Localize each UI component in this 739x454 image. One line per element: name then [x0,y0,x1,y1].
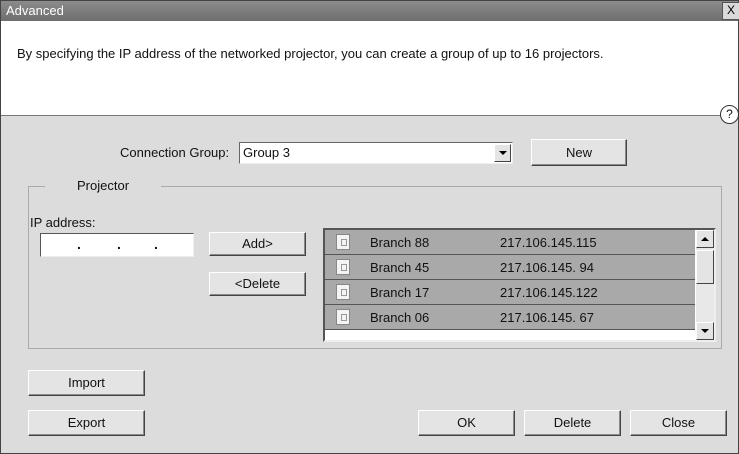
ip-dot: . [77,236,81,252]
delete-button[interactable]: Delete [524,410,621,436]
projector-icon [336,259,350,275]
list-item[interactable]: Branch 06 217.106.145. 67 [325,305,695,330]
projector-list[interactable]: Branch 88 217.106.145.115 Branch 45 217.… [323,228,716,342]
delete-from-group-button[interactable]: <Delete [209,272,306,296]
close-button[interactable]: Close [630,410,727,436]
list-item-name: Branch 17 [370,285,430,300]
title-bar[interactable]: Advanced X [1,1,739,21]
list-item-ip: 217.106.145. 67 [500,310,594,325]
list-item-name: Branch 88 [370,235,430,250]
export-button[interactable]: Export [28,410,145,436]
chevron-down-icon[interactable] [494,144,511,162]
list-item-name: Branch 45 [370,260,430,275]
new-button[interactable]: New [531,139,627,166]
window-title: Advanced [6,3,64,18]
list-item-ip: 217.106.145.122 [500,285,598,300]
list-item-ip: 217.106.145.115 [500,235,597,250]
projector-icon [336,284,350,300]
help-icon[interactable]: ? [720,105,739,124]
ip-dot: . [154,236,158,252]
add-button[interactable]: Add> [209,232,306,256]
connection-group-label: Connection Group: [120,145,230,160]
scroll-up-icon[interactable] [696,230,714,248]
list-item[interactable]: Branch 17 217.106.145.122 [325,280,695,305]
list-item[interactable]: Branch 45 217.106.145. 94 [325,255,695,280]
projector-icon [336,234,350,250]
projector-group-title: Projector [45,178,162,193]
ip-address-label: IP address: [30,215,96,230]
list-item-name: Branch 06 [370,310,430,325]
scroll-thumb[interactable] [696,250,714,284]
import-button[interactable]: Import [28,370,145,396]
projector-icon [336,309,350,325]
ip-dot: . [117,236,121,252]
list-scrollbar[interactable] [696,230,714,340]
list-item[interactable]: Branch 88 217.106.145.115 [325,230,695,255]
close-icon[interactable]: X [722,2,739,20]
description-panel: By specifying the IP address of the netw… [1,21,739,124]
description-text: By specifying the IP address of the netw… [17,46,604,61]
ok-button[interactable]: OK [418,410,515,436]
list-item-ip: 217.106.145. 94 [500,260,594,275]
ip-address-input[interactable]: . . . [40,233,194,257]
connection-group-select[interactable]: Group 3 [239,142,513,164]
scroll-down-icon[interactable] [696,322,714,340]
connection-group-value: Group 3 [243,145,290,160]
